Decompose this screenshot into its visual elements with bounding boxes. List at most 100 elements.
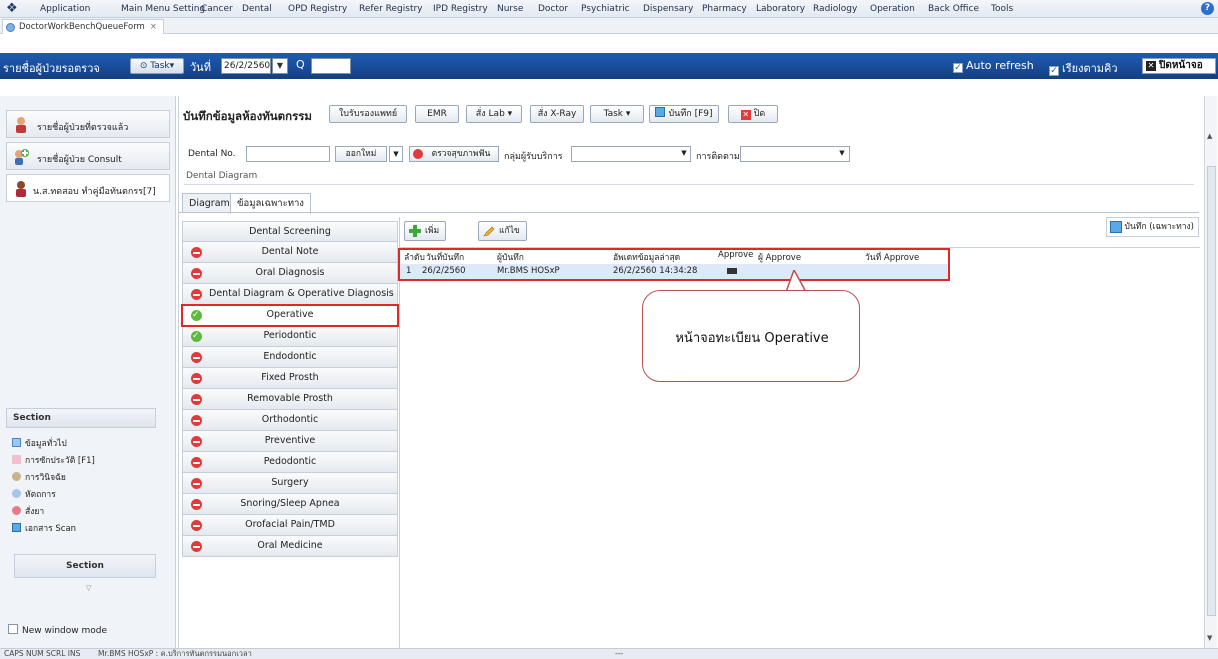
follow-up-select[interactable] [740, 146, 850, 162]
menu-tools[interactable]: Tools [991, 4, 1013, 14]
close-screen-button[interactable]: ✕ ปิดหน้าจอ [1142, 58, 1216, 74]
queue-number-input[interactable] [311, 58, 351, 74]
emr-button[interactable]: EMR [415, 105, 459, 123]
scroll-up-icon[interactable]: ▲ [1207, 132, 1212, 140]
checkbox-checked-icon: ✓ [953, 63, 963, 73]
menu-radiology[interactable]: Radiology [813, 4, 857, 14]
category-item[interactable]: Dental Note [182, 242, 398, 263]
close-tab-icon[interactable]: × [150, 22, 157, 32]
scroll-down-icon[interactable]: ▼ [1207, 634, 1212, 642]
menu-cancer[interactable]: Cancer [201, 4, 233, 14]
tab-specialty-data[interactable]: ข้อมูลเฉพาะทาง [230, 193, 311, 214]
tab-diagram[interactable]: Diagram [182, 193, 237, 213]
order-lab-button[interactable]: สั่ง Lab ▾ [466, 105, 522, 123]
category-item[interactable]: Surgery [182, 473, 398, 494]
order-xray-button[interactable]: สั่ง X-Ray [530, 105, 584, 123]
service-group-select[interactable] [571, 146, 691, 162]
auto-refresh-checkbox[interactable]: ✓ Auto refresh [953, 59, 1034, 73]
date-dropdown-icon[interactable]: ▼ [272, 58, 288, 74]
category-item[interactable]: Operative [181, 304, 399, 327]
main-menu-bar: ❖ Application Main Menu Setting Cancer D… [0, 0, 1218, 18]
category-item[interactable]: Removable Prosth [182, 389, 398, 410]
edit-button[interactable]: แก้ไข [478, 221, 527, 241]
category-item[interactable]: Endodontic [182, 347, 398, 368]
checkbox-checked-icon: ✓ [1049, 66, 1059, 76]
vertical-scrollbar[interactable]: ▲ ▼ [1204, 96, 1217, 648]
menu-refer-registry[interactable]: Refer Registry [359, 4, 423, 14]
menu-dispensary[interactable]: Dispensary [643, 4, 693, 14]
help-icon[interactable]: ? [1201, 2, 1214, 15]
dental-no-input[interactable] [246, 146, 330, 162]
menu-application[interactable]: Application [40, 4, 90, 14]
diagnosis-icon [12, 472, 21, 481]
task-button[interactable]: ⊙ Task▾ [130, 58, 184, 74]
menu-dental[interactable]: Dental [242, 4, 272, 14]
category-item[interactable]: Orofacial Pain/TMD [182, 515, 398, 536]
service-group-label: กลุ่มผู้รับบริการ [504, 152, 563, 162]
menu-main-menu-setting[interactable]: Main Menu Setting [121, 4, 205, 14]
menu-laboratory[interactable]: Laboratory [756, 4, 805, 14]
save-specialty-button[interactable]: บันทึก (เฉพาะทาง) [1105, 217, 1199, 237]
category-item[interactable]: Orthodontic [182, 410, 398, 431]
incomplete-status-icon [191, 247, 202, 258]
category-item[interactable]: Fixed Prosth [182, 368, 398, 389]
category-item[interactable]: Preventive [182, 431, 398, 452]
date-input[interactable]: 26/2/2560 [221, 58, 271, 74]
chevron-down-icon[interactable]: ▽ [86, 584, 91, 592]
incomplete-status-icon [191, 268, 202, 279]
new-number-dropdown-icon[interactable]: ▼ [389, 146, 403, 162]
section-item-general[interactable]: ข้อมูลทั่วไป [12, 436, 67, 450]
medical-certificate-button[interactable]: ใบรับรองแพทย์ [329, 105, 407, 123]
service-group-dropdown-icon[interactable]: ▼ [677, 146, 691, 162]
menu-operation[interactable]: Operation [870, 4, 915, 14]
category-item[interactable]: Periodontic [182, 326, 398, 347]
menu-psychiatric[interactable]: Psychiatric [581, 4, 630, 14]
tooth-check-icon [413, 149, 423, 159]
menu-doctor[interactable]: Doctor [538, 4, 568, 14]
scan-icon [12, 523, 21, 532]
category-label: Periodontic [263, 330, 317, 341]
follow-up-label: การติดตาม [696, 152, 740, 162]
section-button[interactable]: Section [14, 554, 156, 578]
pencil-icon [483, 226, 495, 237]
menu-ipd-registry[interactable]: IPD Registry [433, 4, 488, 14]
checked-patients-button[interactable]: รายชื่อผู้ป่วยที่ตรวจแล้ว [6, 110, 170, 138]
consult-patients-button[interactable]: รายชื่อผู้ป่วย Consult [6, 142, 170, 170]
section-item-label: การวินิจฉัย [25, 473, 66, 483]
category-item[interactable]: Pedodontic [182, 452, 398, 473]
category-item[interactable]: Dental Diagram & Operative Diagnosis [182, 284, 398, 305]
close-form-button[interactable]: ✕ ปิด [728, 105, 778, 123]
menu-pharmacy[interactable]: Pharmacy [702, 4, 747, 14]
menu-back-office[interactable]: Back Office [928, 4, 979, 14]
new-window-mode-checkbox[interactable]: New window mode [8, 624, 107, 636]
auto-refresh-label: Auto refresh [966, 59, 1034, 72]
section-item-history[interactable]: การซักประวัติ [F1] [12, 453, 95, 467]
add-button[interactable]: เพิ่ม [404, 221, 447, 241]
status-keys: CAPS NUM SCRL INS [4, 649, 81, 658]
task-menu-button[interactable]: Task ▾ [590, 105, 644, 123]
oral-check-button[interactable]: ตรวจสุขภาพฟัน [409, 146, 499, 162]
follow-up-dropdown-icon[interactable]: ▼ [835, 146, 849, 162]
complete-status-icon [191, 326, 202, 346]
section-item-procedure[interactable]: หัตถการ [12, 487, 56, 501]
menu-nurse[interactable]: Nurse [497, 4, 523, 14]
left-panel: รายชื่อผู้ป่วยที่ตรวจแล้ว รายชื่อผู้ป่วย… [0, 96, 176, 648]
category-label: Orofacial Pain/TMD [245, 519, 335, 530]
task-menu-label: Task [603, 109, 624, 119]
category-item[interactable]: Snoring/Sleep Apnea [182, 494, 398, 515]
section-item-scan[interactable]: เอกสาร Scan [12, 521, 76, 535]
doc-tab-doctor-workbench[interactable]: DoctorWorkBenchQueueForm × [2, 19, 164, 34]
scroll-thumb[interactable] [1207, 166, 1216, 616]
dental-record-title: บันทึกข้อมูลห้องทันตกรรม [183, 109, 313, 123]
sort-queue-checkbox[interactable]: ✓ เรียงตามคิว [1049, 59, 1118, 77]
section-item-diagnosis[interactable]: การวินิจฉัย [12, 470, 66, 484]
menu-opd-registry[interactable]: OPD Registry [288, 4, 347, 14]
category-item[interactable]: Dental Screening [182, 221, 398, 242]
section-item-prescription[interactable]: สั่งยา [12, 504, 44, 518]
save-f9-button[interactable]: บันทึก [F9] [649, 105, 719, 123]
new-number-button[interactable]: ออกใหม่ [335, 146, 387, 162]
category-item[interactable]: Oral Medicine [182, 536, 398, 557]
current-patient-button[interactable]: น.ส.ทดสอบ ทำคู่มือทันตกรร[7] [6, 174, 170, 202]
category-item[interactable]: Oral Diagnosis [182, 263, 398, 284]
annotation-callout: หน้าจอทะเบียน Operative [642, 290, 860, 382]
